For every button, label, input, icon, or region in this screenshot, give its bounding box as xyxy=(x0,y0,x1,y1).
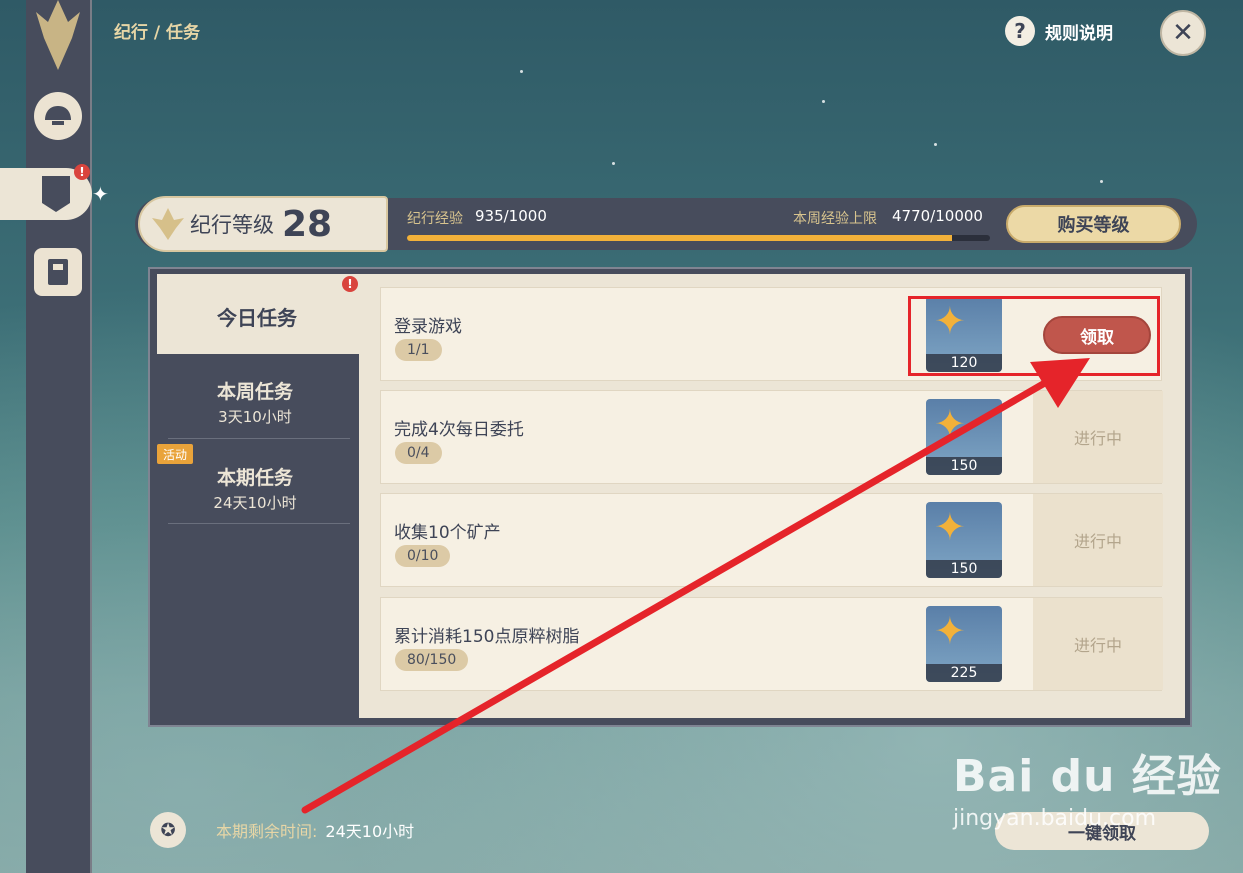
xp-progress-fill xyxy=(407,235,953,241)
exp-book-icon: ✦ xyxy=(934,609,966,653)
close-icon: ✕ xyxy=(1172,18,1194,48)
task-name: 登录游戏 xyxy=(394,317,462,337)
banner-icon xyxy=(42,176,70,212)
sidebar-item-tasks[interactable]: ! ✦ xyxy=(0,164,109,220)
task-status: 进行中 xyxy=(1033,494,1163,586)
highlight-box xyxy=(908,296,1160,376)
exp-book-icon: ✦ xyxy=(934,505,966,549)
tab-today[interactable]: 今日任务 xyxy=(157,274,359,354)
tab-period-timer: 24天10小时 xyxy=(213,494,297,512)
buy-level-button[interactable]: 购买等级 xyxy=(1006,205,1181,243)
divider xyxy=(168,438,350,439)
weekly-cap-label: 本周经验上限 xyxy=(793,211,877,227)
level-value: 28 xyxy=(282,203,333,245)
task-progress: 80/150 xyxy=(395,649,469,671)
tab-weekly-timer: 3天10小时 xyxy=(218,408,292,426)
xp-progress-track xyxy=(407,235,990,241)
task-progress: 0/4 xyxy=(395,442,442,464)
task-status: 进行中 xyxy=(1033,598,1163,690)
star xyxy=(934,143,937,146)
close-button[interactable]: ✕ xyxy=(1160,10,1206,56)
shell-icon[interactable] xyxy=(34,92,82,140)
sparkle-icon: ✦ xyxy=(92,182,109,206)
watermark-url: jingyan.baidu.com xyxy=(953,806,1157,831)
watermark: Bai du 经验 jingyan.baidu.com xyxy=(953,740,1222,831)
tab-weekly[interactable]: 本周任务 3天10小时 xyxy=(160,377,350,427)
level-label: 纪行等级 xyxy=(190,213,274,237)
task-name: 完成4次每日委托 xyxy=(394,420,524,440)
reward-item: ✦ 150 xyxy=(926,399,1002,475)
help-icon: ? xyxy=(1005,16,1035,46)
xp-label: 纪行经验 xyxy=(407,211,463,227)
alert-icon: ! xyxy=(74,164,90,180)
period-remaining: ✪ 本期剩余时间: 24天10小时 xyxy=(150,812,414,848)
level-card: 纪行等级 28 xyxy=(138,196,388,252)
star xyxy=(1100,180,1103,183)
task-row: 累计消耗150点原粹树脂 80/150 ✦ 225 进行中 xyxy=(380,597,1163,691)
sidebar xyxy=(26,0,92,873)
reward-item: ✦ 150 xyxy=(926,502,1002,578)
tab-weekly-label: 本周任务 xyxy=(216,381,293,403)
reward-count: 225 xyxy=(926,664,1002,682)
exp-book-icon: ✦ xyxy=(934,402,966,446)
tab-period[interactable]: 本期任务 24天10小时 xyxy=(160,463,350,513)
watermark-brand: Bai du 经验 xyxy=(953,751,1222,802)
task-progress: 0/10 xyxy=(395,545,451,567)
period-remaining-label: 本期剩余时间: xyxy=(216,822,318,841)
star xyxy=(520,70,523,73)
task-status: 进行中 xyxy=(1033,391,1163,483)
xp-value: 935/1000 xyxy=(475,207,547,225)
notebook-icon[interactable] xyxy=(34,248,82,296)
task-row: 收集10个矿产 0/10 ✦ 150 进行中 xyxy=(380,493,1163,587)
emblem-icon xyxy=(34,0,82,70)
reward-item: ✦ 225 xyxy=(926,606,1002,682)
reward-count: 150 xyxy=(926,560,1002,578)
divider xyxy=(168,523,350,524)
weekly-cap-value: 4770/10000 xyxy=(892,207,983,225)
star xyxy=(822,100,825,103)
reward-count: 150 xyxy=(926,457,1002,475)
tab-period-label: 本期任务 xyxy=(216,467,293,489)
task-row: 完成4次每日委托 0/4 ✦ 150 进行中 xyxy=(380,390,1163,484)
rules-button[interactable]: ? 规则说明 xyxy=(1005,16,1113,46)
period-remaining-value: 24天10小时 xyxy=(325,822,415,841)
tab-today-label: 今日任务 xyxy=(217,306,297,330)
event-badge: 活动 xyxy=(157,444,193,464)
task-progress: 1/1 xyxy=(395,339,442,361)
task-name: 收集10个矿产 xyxy=(394,523,501,543)
medal-icon: ✪ xyxy=(150,812,186,848)
rules-label: 规则说明 xyxy=(1045,23,1113,44)
breadcrumb: 纪行 / 任务 xyxy=(114,23,201,43)
level-emblem-icon xyxy=(150,206,186,242)
star xyxy=(612,162,615,165)
task-name: 累计消耗150点原粹树脂 xyxy=(394,627,580,647)
alert-icon: ! xyxy=(342,276,358,292)
